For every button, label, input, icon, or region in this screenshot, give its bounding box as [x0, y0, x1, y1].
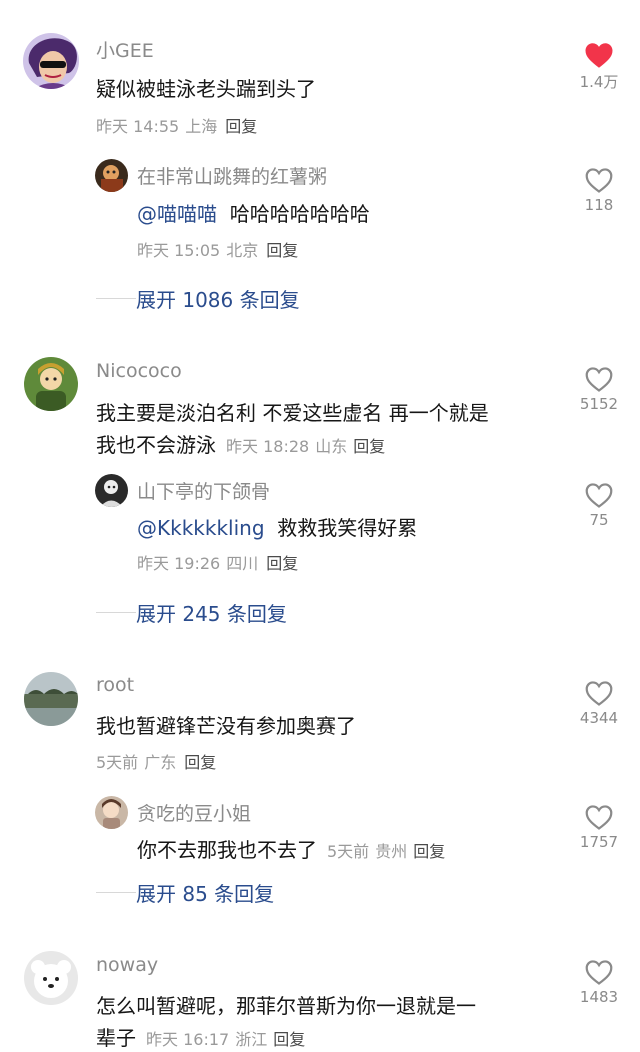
- like-count: 4344: [579, 709, 619, 727]
- reply-time: 5天前: [327, 842, 370, 861]
- reply-meta: 昨天 15:05 北京 回复: [137, 237, 298, 261]
- like-count: 1.4万: [579, 73, 619, 91]
- comment-time: 昨天 18:28: [226, 437, 310, 456]
- like-button[interactable]: 5152: [569, 366, 629, 413]
- comment-text: 我主要是淡泊名利 不爱这些虚名 再一个就是: [96, 401, 489, 425]
- comment-location: 上海: [185, 117, 218, 136]
- avatar[interactable]: [24, 672, 78, 726]
- comment-text: 疑似被蛙泳老头踹到头了: [96, 77, 316, 101]
- comment-text-line2: 辈子 昨天 16:17 浙江 回复: [96, 1022, 305, 1051]
- comment-meta: 5天前 广东 回复: [96, 749, 216, 773]
- like-button[interactable]: 4344: [569, 680, 629, 727]
- reply-username[interactable]: 在非常山跳舞的红薯粥: [137, 162, 327, 189]
- like-count: 1483: [579, 988, 619, 1006]
- comment-text: 我也暂避锋芒没有参加奥赛了: [96, 714, 356, 738]
- reply-text: 你不去那我也不去了 5天前 贵州 回复: [137, 834, 445, 863]
- heart-icon-filled: [585, 43, 613, 68]
- heart-icon-outline: [585, 168, 613, 193]
- reply-button[interactable]: 回复: [225, 117, 257, 136]
- reply-meta: 昨天 19:26 四川 回复: [137, 550, 298, 574]
- comment-meta: 昨天 14:55 上海 回复: [96, 113, 257, 137]
- comment-time: 5天前: [96, 753, 139, 772]
- comment-text-continuation: 辈子: [96, 1026, 136, 1050]
- comment-text-line2: 我也不会游泳 昨天 18:28 山东 回复: [96, 429, 385, 458]
- comment-text: 怎么叫暂避呢，那菲尔普斯为你一退就是一: [96, 994, 476, 1018]
- expand-replies-button[interactable]: 展开 1086 条回复: [96, 284, 300, 313]
- expand-replies-button[interactable]: 展开 85 条回复: [96, 878, 274, 907]
- comment-username[interactable]: root: [96, 674, 134, 696]
- avatar[interactable]: [95, 796, 128, 829]
- divider: [96, 612, 136, 613]
- comment-username[interactable]: 小GEE: [96, 36, 154, 63]
- reply-meta: 5天前 贵州 回复: [327, 842, 445, 861]
- avatar[interactable]: [95, 474, 128, 507]
- like-count: 118: [584, 196, 614, 214]
- comment-list: 小GEE 疑似被蛙泳老头踹到头了 昨天 14:55 上海 回复 1.4万 在非常山跳…: [0, 0, 640, 1052]
- divider: [96, 298, 136, 299]
- avatar[interactable]: [95, 159, 128, 192]
- heart-icon-outline: [585, 483, 613, 508]
- comment-location: 山东: [315, 437, 348, 456]
- reply-text: @Kkkkkkling 救救我笑得好累: [137, 512, 417, 541]
- like-button[interactable]: 75: [569, 482, 629, 529]
- reply-text: @喵喵喵 哈哈哈哈哈哈哈: [137, 198, 370, 227]
- reply-button[interactable]: 回复: [266, 241, 298, 260]
- like-button[interactable]: 1757: [569, 804, 629, 851]
- mention-link[interactable]: @Kkkkkkling: [137, 516, 265, 540]
- expand-replies-label[interactable]: 展开 245 条回复: [136, 598, 287, 627]
- heart-icon-outline: [585, 681, 613, 706]
- reply-button[interactable]: 回复: [273, 1030, 305, 1049]
- reply-button[interactable]: 回复: [353, 437, 385, 456]
- expand-replies-label[interactable]: 展开 85 条回复: [136, 878, 274, 907]
- heart-icon-outline: [585, 367, 613, 392]
- avatar[interactable]: [24, 357, 78, 411]
- reply-time: 昨天 19:26: [137, 554, 221, 573]
- reply-content: 救救我笑得好累: [277, 516, 418, 540]
- reply-button[interactable]: 回复: [413, 842, 445, 861]
- reply-button[interactable]: 回复: [184, 753, 216, 772]
- comment-meta: 昨天 18:28 山东 回复: [226, 437, 385, 456]
- comment-text-continuation: 我也不会游泳: [96, 433, 216, 457]
- comment-username[interactable]: noway: [96, 954, 158, 976]
- reply-location: 贵州: [375, 842, 408, 861]
- like-button[interactable]: 1483: [569, 959, 629, 1006]
- heart-icon-outline: [585, 960, 613, 985]
- comment-time: 昨天 16:17: [146, 1030, 230, 1049]
- reply-content: 哈哈哈哈哈哈哈: [229, 202, 370, 226]
- like-count: 1757: [579, 833, 619, 851]
- reply-content: 你不去那我也不去了: [137, 838, 317, 862]
- comment-meta: 昨天 16:17 浙江 回复: [146, 1030, 305, 1049]
- like-count: 75: [589, 511, 609, 529]
- comment-username[interactable]: Nicococo: [96, 360, 182, 382]
- reply-username[interactable]: 贪吃的豆小姐: [137, 799, 251, 826]
- reply-button[interactable]: 回复: [266, 554, 298, 573]
- comment-location: 浙江: [235, 1030, 268, 1049]
- reply-location: 四川: [226, 554, 259, 573]
- like-button[interactable]: 1.4万: [569, 42, 629, 92]
- like-button[interactable]: 118: [569, 167, 629, 214]
- reply-location: 北京: [226, 241, 259, 260]
- avatar[interactable]: [24, 951, 78, 1005]
- comment-time: 昨天 14:55: [96, 117, 180, 136]
- expand-replies-label[interactable]: 展开 1086 条回复: [136, 284, 300, 313]
- reply-time: 昨天 15:05: [137, 241, 221, 260]
- avatar[interactable]: [23, 33, 79, 89]
- divider: [96, 892, 136, 893]
- mention-link[interactable]: @喵喵喵: [137, 202, 217, 226]
- like-count: 5152: [579, 395, 619, 413]
- expand-replies-button[interactable]: 展开 245 条回复: [96, 598, 287, 627]
- reply-username[interactable]: 山下亭的下颌骨: [137, 477, 270, 504]
- heart-icon-outline: [585, 805, 613, 830]
- comment-location: 广东: [144, 753, 177, 772]
